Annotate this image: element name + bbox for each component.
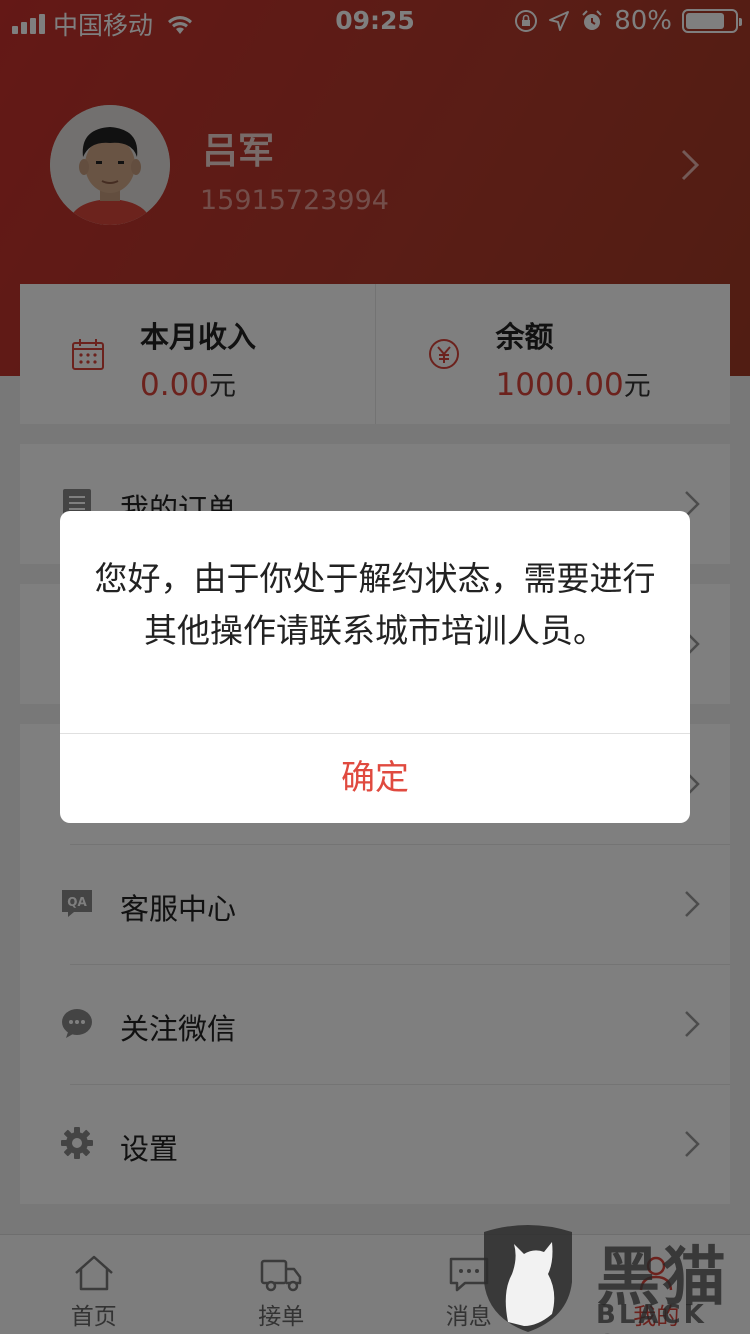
confirm-button[interactable]: 确定 [60, 734, 690, 823]
watermark-sub: BLACK CAT [596, 1300, 707, 1334]
black-cat-logo-icon [484, 1225, 572, 1332]
watermark: 黑猫 BLACK CAT [478, 1218, 750, 1334]
alert-dialog: 您好，由于你处于解约状态，需要进行其他操作请联系城市培训人员。 确定 [60, 511, 690, 823]
dialog-message: 您好，由于你处于解约状态，需要进行其他操作请联系城市培训人员。 [94, 559, 656, 650]
